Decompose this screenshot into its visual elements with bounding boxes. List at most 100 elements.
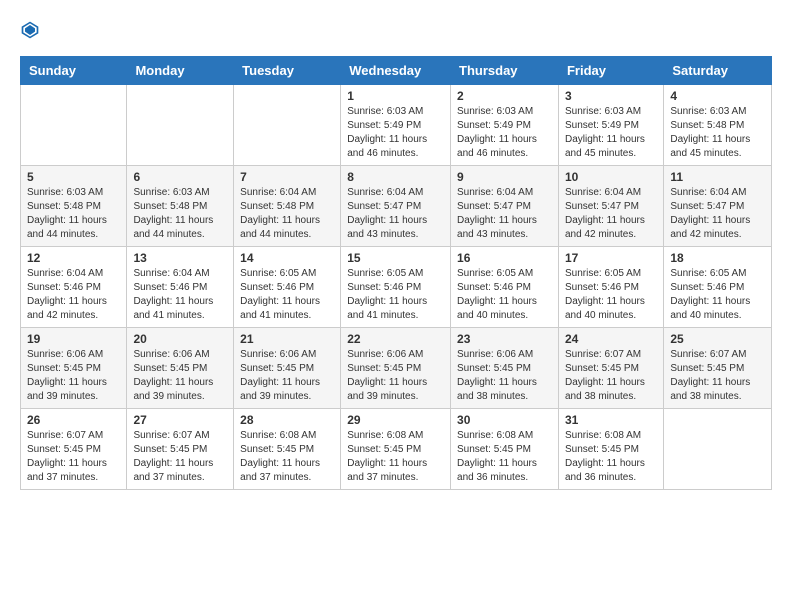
calendar-cell: 1 Sunrise: 6:03 AM Sunset: 5:49 PM Daylig…	[341, 85, 451, 166]
calendar-cell: 29Sunrise: 6:08 AM Sunset: 5:45 PM Dayli…	[341, 409, 451, 490]
calendar-cell: 30Sunrise: 6:08 AM Sunset: 5:45 PM Dayli…	[451, 409, 559, 490]
calendar-cell: 31 Sunrise: 6:08 AM Sunset: 5:45 PM Dayli…	[558, 409, 663, 490]
day-header-tuesday: Tuesday	[234, 57, 341, 85]
day-info: Sunrise: 6:07 AM Sunset: 5:45 PM Dayligh…	[27, 429, 120, 485]
calendar-cell: 24 Sunrise: 6:07 AM Sunset: 5:45 PM Dayli…	[558, 328, 663, 409]
day-number: 11	[670, 170, 765, 184]
calendar-cell	[21, 85, 127, 166]
calendar-cell: 15Sunrise: 6:05 AM Sunset: 5:46 PM Dayli…	[341, 247, 451, 328]
day-info: Sunrise: 6:04 AM Sunset: 5:47 PM Dayligh…	[457, 186, 552, 242]
logo	[20, 20, 44, 40]
day-info: Sunrise: 6:04 AM Sunset: 5:47 PM Dayligh…	[670, 186, 765, 242]
calendar-cell: 26 Sunrise: 6:07 AM Sunset: 5:45 PM Dayli…	[21, 409, 127, 490]
calendar-cell	[234, 85, 341, 166]
day-number: 7	[240, 170, 334, 184]
day-number: 23	[457, 332, 552, 346]
day-info: Sunrise: 6:06 AM Sunset: 5:45 PM Dayligh…	[133, 348, 227, 404]
calendar-cell	[127, 85, 234, 166]
calendar-cell	[664, 409, 772, 490]
day-header-monday: Monday	[127, 57, 234, 85]
day-info: Sunrise: 6:08 AM Sunset: 5:45 PM Dayligh…	[457, 429, 552, 485]
day-info: Sunrise: 6:08 AM Sunset: 5:45 PM Dayligh…	[565, 429, 657, 485]
day-info: Sunrise: 6:04 AM Sunset: 5:47 PM Dayligh…	[347, 186, 444, 242]
day-info: Sunrise: 6:04 AM Sunset: 5:46 PM Dayligh…	[133, 267, 227, 323]
day-info: Sunrise: 6:06 AM Sunset: 5:45 PM Dayligh…	[457, 348, 552, 404]
calendar-cell: 5Sunrise: 6:03 AM Sunset: 5:48 PM Daylig…	[21, 166, 127, 247]
calendar-cell: 20Sunrise: 6:06 AM Sunset: 5:45 PM Dayli…	[127, 328, 234, 409]
calendar-cell: 3 Sunrise: 6:03 AM Sunset: 5:49 PM Daylig…	[558, 85, 663, 166]
calendar-cell: 4 Sunrise: 6:03 AM Sunset: 5:48 PM Daylig…	[664, 85, 772, 166]
day-number: 27	[133, 413, 227, 427]
day-info: Sunrise: 6:06 AM Sunset: 5:45 PM Dayligh…	[27, 348, 120, 404]
calendar-header-row: SundayMondayTuesdayWednesdayThursdayFrid…	[21, 57, 772, 85]
day-info: Sunrise: 6:03 AM Sunset: 5:49 PM Dayligh…	[347, 105, 444, 161]
day-number: 31	[565, 413, 657, 427]
day-number: 4	[670, 89, 765, 103]
day-number: 2	[457, 89, 552, 103]
day-info: Sunrise: 6:07 AM Sunset: 5:45 PM Dayligh…	[670, 348, 765, 404]
calendar-cell: 13 Sunrise: 6:04 AM Sunset: 5:46 PM Dayli…	[127, 247, 234, 328]
day-number: 6	[133, 170, 227, 184]
day-info: Sunrise: 6:03 AM Sunset: 5:49 PM Dayligh…	[457, 105, 552, 161]
day-number: 13	[133, 251, 227, 265]
day-info: Sunrise: 6:05 AM Sunset: 5:46 PM Dayligh…	[457, 267, 552, 323]
day-info: Sunrise: 6:03 AM Sunset: 5:49 PM Dayligh…	[565, 105, 657, 161]
day-info: Sunrise: 6:03 AM Sunset: 5:48 PM Dayligh…	[133, 186, 227, 242]
day-number: 5	[27, 170, 120, 184]
week-row-3: 12 Sunrise: 6:04 AM Sunset: 5:46 PM Dayli…	[21, 247, 772, 328]
day-number: 26	[27, 413, 120, 427]
week-row-4: 19 Sunrise: 6:06 AM Sunset: 5:45 PM Dayli…	[21, 328, 772, 409]
logo-icon	[20, 20, 40, 40]
day-number: 14	[240, 251, 334, 265]
calendar-table: SundayMondayTuesdayWednesdayThursdayFrid…	[20, 56, 772, 490]
calendar-cell: 23 Sunrise: 6:06 AM Sunset: 5:45 PM Dayli…	[451, 328, 559, 409]
day-info: Sunrise: 6:06 AM Sunset: 5:45 PM Dayligh…	[240, 348, 334, 404]
calendar-cell: 14 Sunrise: 6:05 AM Sunset: 5:46 PM Dayli…	[234, 247, 341, 328]
day-header-sunday: Sunday	[21, 57, 127, 85]
calendar-cell: 11 Sunrise: 6:04 AM Sunset: 5:47 PM Dayli…	[664, 166, 772, 247]
calendar-cell: 25 Sunrise: 6:07 AM Sunset: 5:45 PM Dayli…	[664, 328, 772, 409]
day-number: 16	[457, 251, 552, 265]
day-info: Sunrise: 6:06 AM Sunset: 5:45 PM Dayligh…	[347, 348, 444, 404]
calendar-cell: 27 Sunrise: 6:07 AM Sunset: 5:45 PM Dayli…	[127, 409, 234, 490]
day-info: Sunrise: 6:04 AM Sunset: 5:48 PM Dayligh…	[240, 186, 334, 242]
calendar-cell: 28 Sunrise: 6:08 AM Sunset: 5:45 PM Dayli…	[234, 409, 341, 490]
day-number: 19	[27, 332, 120, 346]
calendar-cell: 17 Sunrise: 6:05 AM Sunset: 5:46 PM Dayli…	[558, 247, 663, 328]
calendar-cell: 16 Sunrise: 6:05 AM Sunset: 5:46 PM Dayli…	[451, 247, 559, 328]
day-header-wednesday: Wednesday	[341, 57, 451, 85]
calendar-cell: 9 Sunrise: 6:04 AM Sunset: 5:47 PM Daylig…	[451, 166, 559, 247]
day-info: Sunrise: 6:05 AM Sunset: 5:46 PM Dayligh…	[565, 267, 657, 323]
day-info: Sunrise: 6:04 AM Sunset: 5:46 PM Dayligh…	[27, 267, 120, 323]
day-info: Sunrise: 6:03 AM Sunset: 5:48 PM Dayligh…	[670, 105, 765, 161]
day-number: 22	[347, 332, 444, 346]
day-number: 12	[27, 251, 120, 265]
day-info: Sunrise: 6:07 AM Sunset: 5:45 PM Dayligh…	[133, 429, 227, 485]
day-number: 29	[347, 413, 444, 427]
day-header-saturday: Saturday	[664, 57, 772, 85]
calendar-cell: 7 Sunrise: 6:04 AM Sunset: 5:48 PM Daylig…	[234, 166, 341, 247]
day-number: 9	[457, 170, 552, 184]
day-number: 18	[670, 251, 765, 265]
page-header	[20, 20, 772, 40]
day-info: Sunrise: 6:04 AM Sunset: 5:47 PM Dayligh…	[565, 186, 657, 242]
calendar-cell: 12 Sunrise: 6:04 AM Sunset: 5:46 PM Dayli…	[21, 247, 127, 328]
day-number: 17	[565, 251, 657, 265]
calendar-cell: 2 Sunrise: 6:03 AM Sunset: 5:49 PM Daylig…	[451, 85, 559, 166]
day-number: 3	[565, 89, 657, 103]
day-info: Sunrise: 6:07 AM Sunset: 5:45 PM Dayligh…	[565, 348, 657, 404]
day-number: 21	[240, 332, 334, 346]
week-row-5: 26 Sunrise: 6:07 AM Sunset: 5:45 PM Dayli…	[21, 409, 772, 490]
day-number: 8	[347, 170, 444, 184]
week-row-1: 1 Sunrise: 6:03 AM Sunset: 5:49 PM Daylig…	[21, 85, 772, 166]
day-info: Sunrise: 6:05 AM Sunset: 5:46 PM Dayligh…	[240, 267, 334, 323]
day-info: Sunrise: 6:08 AM Sunset: 5:45 PM Dayligh…	[240, 429, 334, 485]
calendar-cell: 18Sunrise: 6:05 AM Sunset: 5:46 PM Dayli…	[664, 247, 772, 328]
calendar-cell: 8 Sunrise: 6:04 AM Sunset: 5:47 PM Daylig…	[341, 166, 451, 247]
day-number: 1	[347, 89, 444, 103]
calendar-cell: 6 Sunrise: 6:03 AM Sunset: 5:48 PM Daylig…	[127, 166, 234, 247]
day-number: 25	[670, 332, 765, 346]
calendar-cell: 19 Sunrise: 6:06 AM Sunset: 5:45 PM Dayli…	[21, 328, 127, 409]
day-number: 28	[240, 413, 334, 427]
day-number: 24	[565, 332, 657, 346]
